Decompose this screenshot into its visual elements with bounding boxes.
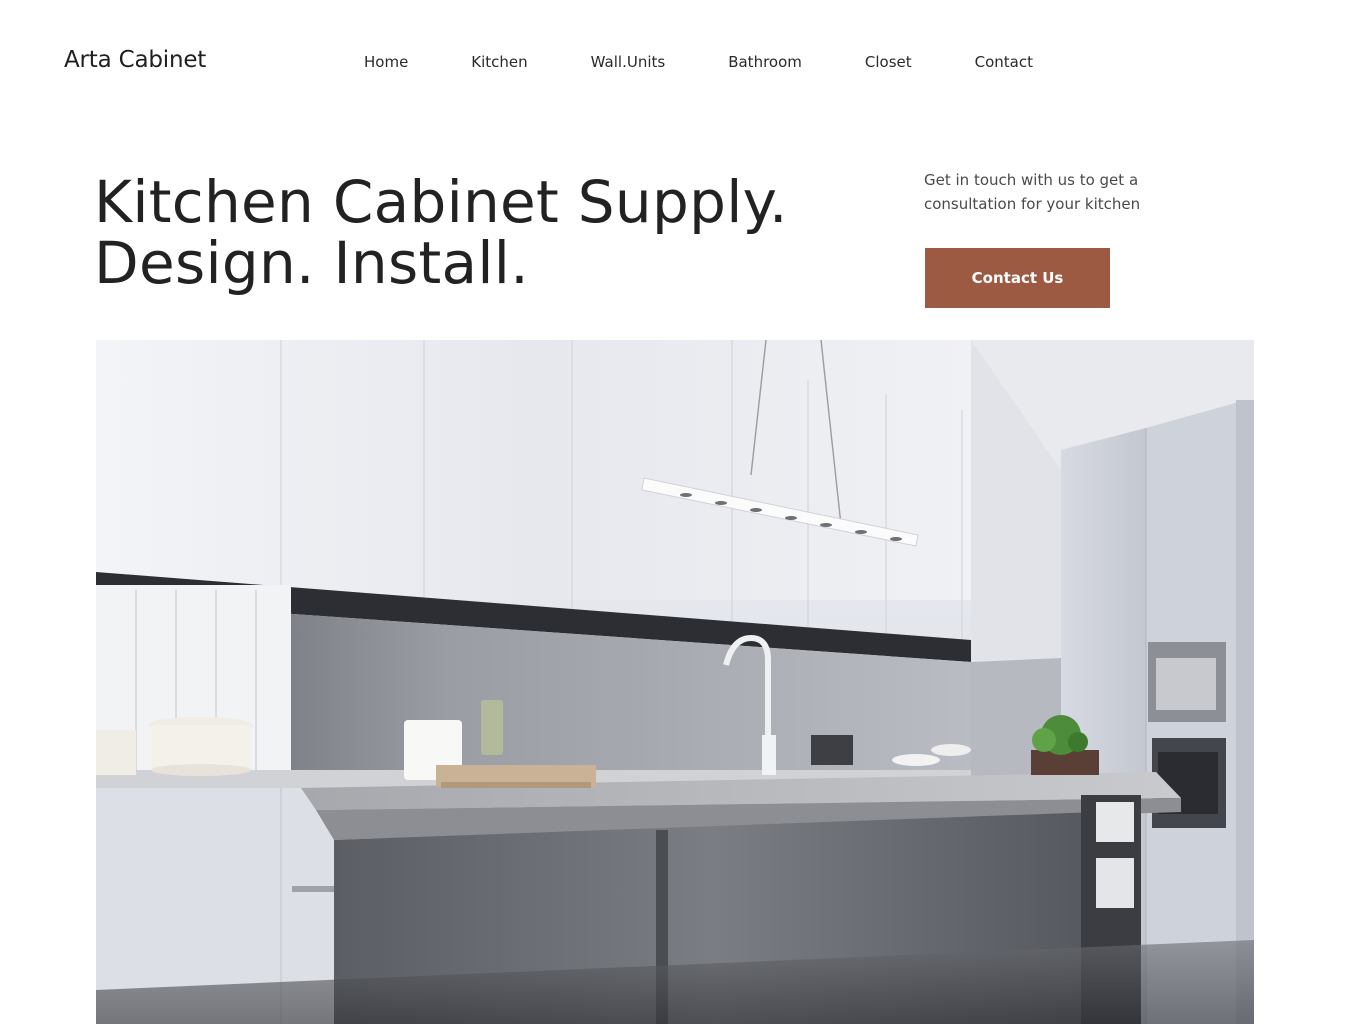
nav-home[interactable]: Home	[364, 53, 408, 71]
nav-kitchen[interactable]: Kitchen	[471, 53, 527, 71]
nav-closet[interactable]: Closet	[865, 53, 912, 71]
kitchen-hero-image	[96, 340, 1254, 1024]
hero-title-line-2: Design. Install.	[94, 229, 529, 297]
main-nav: Home Kitchen Wall.Units Bathroom Closet …	[364, 53, 1033, 71]
contact-us-button[interactable]: Contact Us	[925, 248, 1110, 308]
site-header: Arta Cabinet Home Kitchen Wall.Units Bat…	[0, 0, 1350, 126]
cta-description: Get in touch with us to get a consultati…	[924, 171, 1141, 213]
nav-bathroom[interactable]: Bathroom	[728, 53, 802, 71]
brand-logo[interactable]: Arta Cabinet	[64, 47, 206, 73]
hero-title: Kitchen Cabinet Supply. Design. Install.	[94, 172, 894, 294]
nav-contact[interactable]: Contact	[975, 53, 1033, 71]
nav-wall-units[interactable]: Wall.Units	[591, 53, 666, 71]
hero-title-line-1: Kitchen Cabinet Supply.	[94, 168, 788, 236]
